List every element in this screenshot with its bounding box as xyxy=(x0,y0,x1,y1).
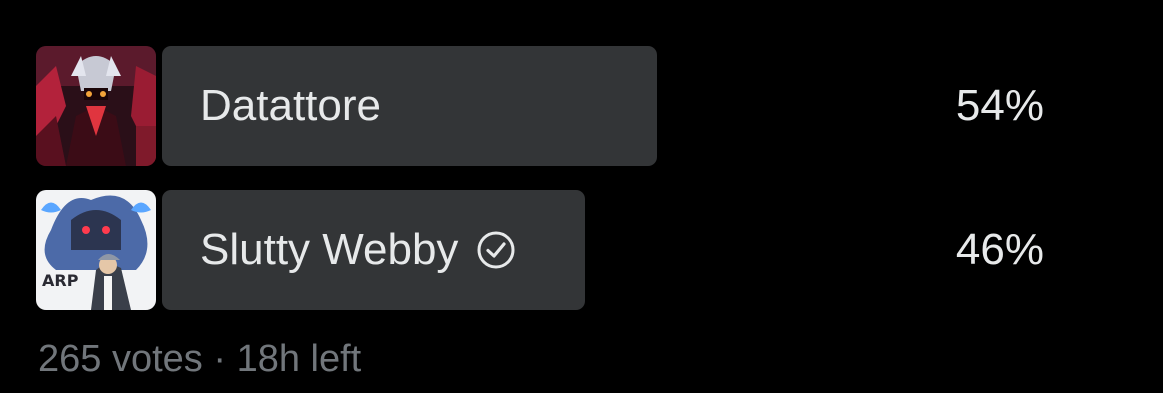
poll-option-datattore[interactable]: Datattore 54% xyxy=(36,46,1163,166)
separator: · xyxy=(213,338,227,380)
time-left: 18h left xyxy=(236,338,362,380)
option-thumbnail xyxy=(36,46,156,166)
option-label-text: Slutty Webby xyxy=(200,225,459,274)
poll: Datattore 54% ARP Slutty Webby 46% 265 v… xyxy=(0,0,1163,393)
option-label-text: Datattore xyxy=(200,81,381,130)
option-label: Datattore xyxy=(200,46,381,166)
avatar-image xyxy=(36,46,156,166)
poll-footer: 265 votes · 18h left xyxy=(38,338,361,381)
thumbnail-text: ARP xyxy=(42,271,79,290)
option-label: Slutty Webby xyxy=(200,190,516,310)
poll-option-slutty-webby[interactable]: ARP Slutty Webby 46% xyxy=(36,190,1163,310)
check-circle-icon xyxy=(476,230,516,270)
option-percent: 54% xyxy=(955,81,1044,130)
vote-count: 265 votes xyxy=(38,338,203,380)
option-thumbnail: ARP xyxy=(36,190,156,310)
avatar-image: ARP xyxy=(36,190,156,310)
option-percent: 46% xyxy=(955,225,1044,274)
